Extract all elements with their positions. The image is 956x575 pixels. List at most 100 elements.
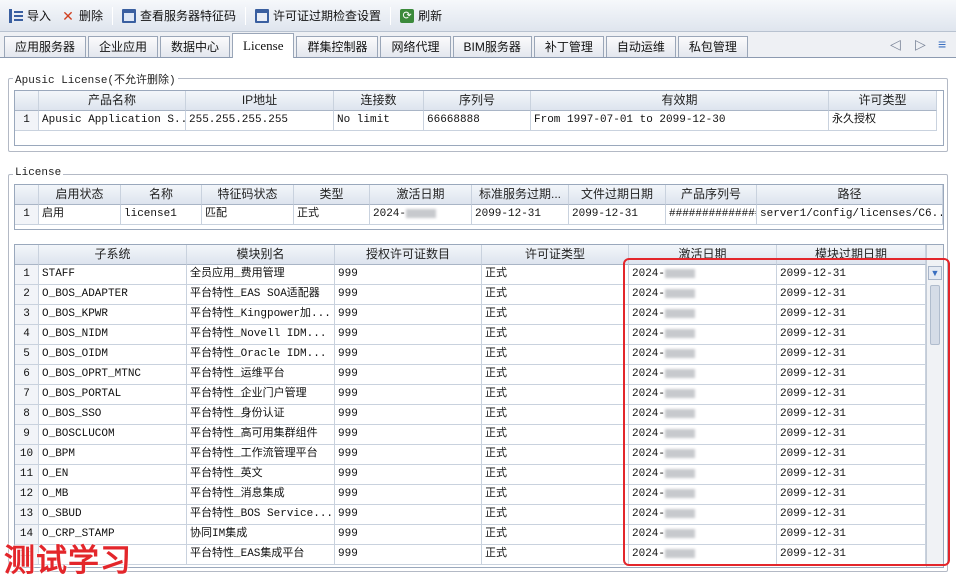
column-header[interactable]: 产品序列号	[666, 185, 757, 205]
tab-enterprise-app[interactable]: 企业应用	[88, 36, 159, 57]
table-cell[interactable]: 平台特性_英文	[187, 465, 335, 485]
table-cell[interactable]: 999	[335, 365, 482, 385]
table-cell[interactable]: 平台特性_身份认证	[187, 405, 335, 425]
table-cell[interactable]: 999	[335, 305, 482, 325]
table-cell[interactable]: 正式	[482, 265, 629, 285]
table-cell[interactable]: 999	[335, 465, 482, 485]
table-cell[interactable]: O_MB	[39, 485, 187, 505]
column-header[interactable]: 名称	[121, 185, 202, 205]
table-cell[interactable]: O_BOS_NIDM	[39, 325, 187, 345]
table-cell[interactable]: O_BOS_KPWR	[39, 305, 187, 325]
refresh-button[interactable]: ⟳ 刷新	[395, 5, 447, 27]
table-cell[interactable]: 999	[335, 485, 482, 505]
column-header[interactable]: 类型	[294, 185, 370, 205]
column-header[interactable]: 许可类型	[829, 91, 937, 111]
table-cell[interactable]: 999	[335, 345, 482, 365]
table-cell[interactable]: 平台特性_Kingpower加...	[187, 305, 335, 325]
table-cell[interactable]: 999	[335, 545, 482, 565]
apusic-header-row: 产品名称 IP地址 连接数 序列号 有效期 许可类型	[15, 91, 937, 111]
tab-private-package[interactable]: 私包管理	[677, 36, 748, 57]
table-cell[interactable]: STAFF	[39, 265, 187, 285]
tab-network-proxy[interactable]: 网络代理	[380, 36, 451, 57]
column-header[interactable]: 序列号	[424, 91, 531, 111]
column-header[interactable]: 文件过期日期	[569, 185, 666, 205]
table-cell[interactable]: 平台特性_工作流管理平台	[187, 445, 335, 465]
table-cell[interactable]: 999	[335, 285, 482, 305]
tab-auto-ops[interactable]: 自动运维	[605, 36, 676, 57]
column-header[interactable]: 授权许可证数目	[335, 245, 482, 265]
table-cell[interactable]: 正式	[482, 445, 629, 465]
table-cell[interactable]: 999	[335, 525, 482, 545]
tab-bim-server[interactable]: BIM服务器	[452, 36, 532, 57]
column-header[interactable]: 许可证类型	[482, 245, 629, 265]
table-cell[interactable]: 平台特性_运维平台	[187, 365, 335, 385]
table-cell[interactable]: 正式	[482, 285, 629, 305]
toolbar-separator	[390, 6, 392, 25]
tab-menu-icon[interactable]: ≡	[938, 36, 946, 52]
table-cell[interactable]: 正式	[482, 345, 629, 365]
table-cell[interactable]: 平台特性_企业门户管理	[187, 385, 335, 405]
tab-cluster-controller[interactable]: 群集控制器	[296, 36, 379, 57]
delete-button[interactable]: ✕ 删除	[56, 5, 108, 27]
column-header[interactable]: 模块别名	[187, 245, 335, 265]
table-cell[interactable]: 正式	[482, 545, 629, 565]
table-cell[interactable]: O_BOS_OIDM	[39, 345, 187, 365]
column-header[interactable]: 特征码状态	[202, 185, 294, 205]
table-cell[interactable]: 全员应用_费用管理	[187, 265, 335, 285]
column-header[interactable]: 启用状态	[39, 185, 121, 205]
tab-patch-management[interactable]: 补丁管理	[533, 36, 604, 57]
table-cell[interactable]: O_EN	[39, 465, 187, 485]
table-row[interactable]: 1 启用 license1 匹配 正式 2024- 2099-12-31 209…	[15, 205, 943, 225]
table-cell[interactable]: 999	[335, 425, 482, 445]
table-cell[interactable]: 正式	[482, 485, 629, 505]
column-header[interactable]: 连接数	[334, 91, 424, 111]
table-cell[interactable]: O_BPM	[39, 445, 187, 465]
column-header[interactable]: 子系统	[39, 245, 187, 265]
column-header[interactable]: 标准服务过期...	[472, 185, 569, 205]
table-cell[interactable]: 999	[335, 405, 482, 425]
row-number: 12	[15, 485, 39, 505]
table-cell[interactable]: 平台特性_EAS集成平台	[187, 545, 335, 565]
table-cell[interactable]: 平台特性_高可用集群组件	[187, 425, 335, 445]
import-button[interactable]: 导入	[4, 5, 56, 27]
table-cell[interactable]: 正式	[482, 365, 629, 385]
column-header[interactable]: 有效期	[531, 91, 829, 111]
table-cell[interactable]: 正式	[482, 425, 629, 445]
table-cell[interactable]: O_BOSCLUCOM	[39, 425, 187, 445]
column-header[interactable]: IP地址	[186, 91, 334, 111]
table-cell[interactable]: 平台特性_Novell IDM...	[187, 325, 335, 345]
table-cell[interactable]: 999	[335, 265, 482, 285]
tab-next-icon[interactable]: ▷	[915, 36, 926, 53]
license-check-settings-button[interactable]: 许可证过期检查设置	[250, 5, 386, 27]
table-row[interactable]: 1 Apusic Application S... 255.255.255.25…	[15, 111, 937, 131]
table-cell[interactable]: 999	[335, 445, 482, 465]
table-cell[interactable]: 正式	[482, 505, 629, 525]
column-header[interactable]: 路径	[757, 185, 943, 205]
table-cell[interactable]: 正式	[482, 385, 629, 405]
table-cell[interactable]: 平台特性_EAS SOA适配器	[187, 285, 335, 305]
table-cell[interactable]: 平台特性_BOS Service...	[187, 505, 335, 525]
table-cell[interactable]: 平台特性_消息集成	[187, 485, 335, 505]
table-cell[interactable]: 999	[335, 505, 482, 525]
table-cell[interactable]: 平台特性_Oracle IDM...	[187, 345, 335, 365]
table-cell[interactable]: O_BOS_PORTAL	[39, 385, 187, 405]
table-cell[interactable]: 999	[335, 325, 482, 345]
tab-prev-icon[interactable]: ◁	[890, 36, 901, 53]
tab-app-server[interactable]: 应用服务器	[4, 36, 87, 57]
table-cell[interactable]: O_SBUD	[39, 505, 187, 525]
tab-data-center[interactable]: 数据中心	[160, 36, 231, 57]
table-cell[interactable]: 正式	[482, 405, 629, 425]
table-cell[interactable]: O_BOS_OPRT_MTNC	[39, 365, 187, 385]
table-cell[interactable]: 正式	[482, 325, 629, 345]
tab-license[interactable]: License	[232, 33, 295, 58]
view-server-code-button[interactable]: 查看服务器特征码	[117, 5, 241, 27]
table-cell[interactable]: 999	[335, 385, 482, 405]
table-cell[interactable]: O_BOS_SSO	[39, 405, 187, 425]
column-header[interactable]: 产品名称	[39, 91, 186, 111]
table-cell[interactable]: 正式	[482, 305, 629, 325]
column-header[interactable]: 激活日期	[370, 185, 472, 205]
table-cell[interactable]: 协同IM集成	[187, 525, 335, 545]
table-cell[interactable]: O_BOS_ADAPTER	[39, 285, 187, 305]
table-cell[interactable]: 正式	[482, 525, 629, 545]
table-cell[interactable]: 正式	[482, 465, 629, 485]
